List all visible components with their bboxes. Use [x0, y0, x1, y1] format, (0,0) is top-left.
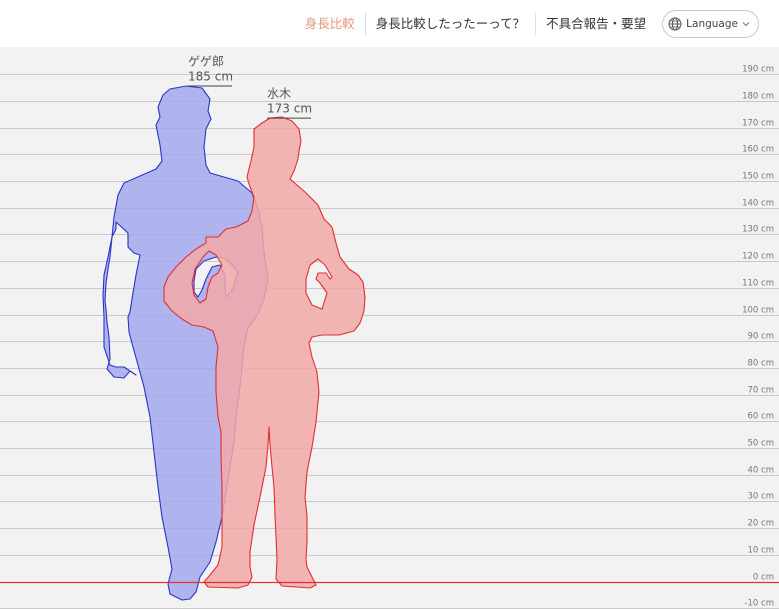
height-chart-canvas: -10 cm 0 cm 10 cm 20 cm 30 cm 40 cm 50 cm 60 cm…: [0, 55, 779, 609]
y-tick-label: 110 cm: [742, 279, 774, 289]
y-tick-label: 90 cm: [748, 332, 774, 342]
y-tick-label: -10 cm: [744, 599, 774, 609]
person-name-label: ゲゲ郎: [188, 55, 224, 69]
nav-report-link[interactable]: 不具合報告・要望: [536, 10, 656, 37]
person-height-label: 185 cm: [188, 70, 233, 84]
chevron-down-icon: [742, 21, 750, 27]
nav-about-link[interactable]: 身長比較したったーって？: [366, 10, 535, 37]
y-tick-label: 20 cm: [748, 519, 774, 529]
top-nav: 身長比較 身長比較したったーって？ 不具合報告・要望 Language: [295, 9, 759, 38]
y-tick-label: 30 cm: [748, 492, 774, 502]
y-tick-label: 40 cm: [748, 466, 774, 476]
language-label: Language: [686, 17, 738, 30]
nav-compare-link[interactable]: 身長比較: [295, 10, 365, 37]
y-tick-label: 50 cm: [748, 439, 774, 449]
y-tick-label: 70 cm: [748, 386, 774, 396]
person-name-label: 水木: [267, 87, 291, 101]
y-tick-label: 140 cm: [742, 199, 774, 209]
y-tick-label: 170 cm: [742, 119, 774, 129]
y-tick-label: 60 cm: [748, 412, 774, 422]
y-tick-label: 0 cm: [753, 573, 774, 583]
y-tick-label: 180 cm: [742, 92, 774, 102]
height-chart: -10 cm 0 cm 10 cm 20 cm 30 cm 40 cm 50 cm 60 cm…: [0, 47, 779, 609]
y-tick-label: 10 cm: [748, 546, 774, 556]
header: 身長比較 身長比較したったーって？ 不具合報告・要望 Language: [0, 0, 779, 48]
y-tick-label: 100 cm: [742, 306, 774, 316]
language-button[interactable]: Language: [662, 9, 759, 38]
y-tick-label: 160 cm: [742, 145, 774, 155]
y-tick-label: 120 cm: [742, 252, 774, 262]
y-tick-label: 150 cm: [742, 172, 774, 182]
y-tick-label: 130 cm: [742, 225, 774, 235]
person-height-label: 173 cm: [267, 102, 312, 116]
globe-icon: [668, 17, 682, 31]
y-tick-label: 190 cm: [742, 65, 774, 75]
y-tick-label: 80 cm: [748, 359, 774, 369]
